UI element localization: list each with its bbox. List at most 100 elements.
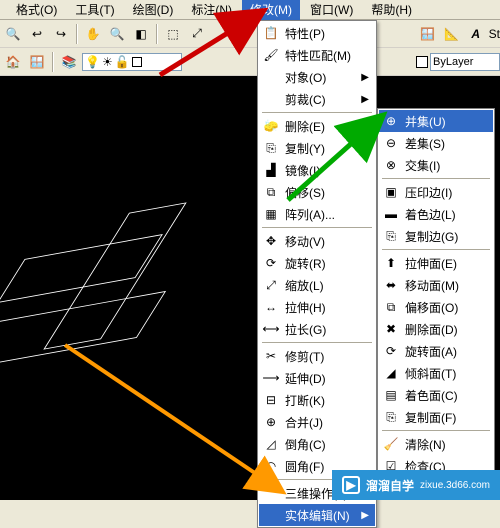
colorface-icon: ▤ xyxy=(383,387,399,403)
layer-icon[interactable]: 📚 xyxy=(58,51,80,73)
menu-item-label: 着色面(C) xyxy=(405,387,458,404)
menu-item-label: 清除(N) xyxy=(405,436,446,453)
color-swatch[interactable] xyxy=(416,56,428,68)
tb-btn[interactable]: ↪ xyxy=(50,23,72,45)
menu-item-label: 旋转(R) xyxy=(285,255,326,272)
menu-item[interactable]: 剪裁(C)▶ xyxy=(259,88,375,110)
menu-item-label: 删除面(D) xyxy=(405,321,458,338)
menu-item[interactable]: 对象(O)▶ xyxy=(259,66,375,88)
menu-item-label: 打断(K) xyxy=(285,392,325,409)
bylayer-select[interactable]: ByLayer xyxy=(430,53,500,71)
menu-item[interactable]: ✥移动(V) xyxy=(259,230,375,252)
menu-item-label: 拉伸面(E) xyxy=(405,255,457,272)
menu-item-label: 延伸(D) xyxy=(285,370,326,387)
menu-item[interactable]: ↔ 拉伸(H) xyxy=(259,296,375,318)
menu-item[interactable]: ⟶延伸(D) xyxy=(259,367,375,389)
menu-item[interactable]: ⊕合并(J) xyxy=(259,411,375,433)
tb-pan[interactable]: ✋ xyxy=(82,23,104,45)
menu-item-label: 圆角(F) xyxy=(285,458,324,475)
menu-item[interactable]: ⊕并集(U) xyxy=(379,110,493,132)
menu-help[interactable]: 帮助(H) xyxy=(363,0,420,20)
break-icon: ⊟ xyxy=(263,392,279,408)
menu-item[interactable]: 🖌特性匹配(M) xyxy=(259,44,375,66)
menu-item[interactable]: 实体编辑(N)▶ xyxy=(259,504,375,526)
tb-btn[interactable]: 📐 xyxy=(441,23,463,45)
tb-zoom[interactable]: 🔍 xyxy=(106,23,128,45)
menu-item-label: 拉伸(H) xyxy=(285,299,326,316)
separator-icon xyxy=(156,24,158,44)
menu-item[interactable]: 📋特性(P) xyxy=(259,22,375,44)
home-icon[interactable]: 🏠 xyxy=(2,51,24,73)
menu-item-label: 着色边(L) xyxy=(405,206,456,223)
menu-item[interactable]: ⊗交集(I) xyxy=(379,154,493,176)
menu-item[interactable]: ⧉偏移面(O) xyxy=(379,296,493,318)
menu-item[interactable]: ◢倾斜面(T) xyxy=(379,362,493,384)
menu-item-label: 偏移(S) xyxy=(285,184,325,201)
tb-btn[interactable]: 🪟 xyxy=(417,23,439,45)
menu-separator xyxy=(382,249,490,250)
menu-item[interactable]: ▤ 着色面(C) xyxy=(379,384,493,406)
menu-item[interactable]: 🧹清除(N) xyxy=(379,433,493,455)
menu-item[interactable]: ⎘复制面(F) xyxy=(379,406,493,428)
menu-item[interactable]: ⟷拉长(G) xyxy=(259,318,375,340)
menu-dim[interactable]: 标注(N) xyxy=(183,0,240,20)
menu-item-label: 倒角(C) xyxy=(285,436,326,453)
menu-item[interactable]: ✖删除面(D) xyxy=(379,318,493,340)
menu-draw[interactable]: 绘图(D) xyxy=(125,0,182,20)
menu-separator xyxy=(382,178,490,179)
menu-item[interactable]: ⟳旋转(R) xyxy=(259,252,375,274)
blank-icon xyxy=(263,507,279,523)
menu-window[interactable]: 窗口(W) xyxy=(302,0,361,20)
blank-icon xyxy=(263,485,279,501)
tb-btn[interactable]: A xyxy=(465,23,487,45)
menu-tools[interactable]: 工具(T) xyxy=(67,0,122,20)
menu-item[interactable]: ⤢ 缩放(L) xyxy=(259,274,375,296)
menu-item-label: 删除(E) xyxy=(285,118,325,135)
erase-icon: 🧽 xyxy=(263,118,279,134)
separator-icon xyxy=(52,52,54,72)
menu-modify[interactable]: 修改(M) xyxy=(242,0,300,20)
array-icon: ▦ xyxy=(263,206,279,222)
tb-btn[interactable]: 🔍 xyxy=(2,23,24,45)
tb-btn[interactable]: ↩ xyxy=(26,23,48,45)
mirror-icon: ▟ xyxy=(263,162,279,178)
menu-item[interactable]: ✂修剪(T) xyxy=(259,345,375,367)
menu-format[interactable]: 格式(O) xyxy=(8,0,65,20)
menu-item[interactable]: 🧽 删除(E) xyxy=(259,115,375,137)
menu-item[interactable]: ⊖差集(S) xyxy=(379,132,493,154)
menu-item-label: 偏移面(O) xyxy=(405,299,458,316)
layer-select[interactable]: 💡 ☀ 🔓 xyxy=(82,53,182,71)
menu-item[interactable]: ⬌移动面(M) xyxy=(379,274,493,296)
blank-icon xyxy=(263,91,279,107)
tb-btn[interactable]: ⬚ xyxy=(162,23,184,45)
menu-item-label: 移动(V) xyxy=(285,233,325,250)
tb-btn[interactable]: ◧ xyxy=(130,23,152,45)
bulb-icon: 💡 xyxy=(85,55,100,69)
tb-btn[interactable]: ⤢ xyxy=(186,23,208,45)
chevron-right-icon: ▶ xyxy=(361,72,369,83)
color-swatch xyxy=(132,57,142,67)
menu-item-label: 缩放(L) xyxy=(285,277,324,294)
stretch-icon: ↔ xyxy=(263,299,279,315)
menu-item[interactable]: ⧉偏移(S) xyxy=(259,181,375,203)
menu-item[interactable]: ◿倒角(C) xyxy=(259,433,375,455)
menu-item[interactable]: ⬆拉伸面(E) xyxy=(379,252,493,274)
menu-item[interactable]: ⎘复制边(G) xyxy=(379,225,493,247)
menu-item-label: 倾斜面(T) xyxy=(405,365,456,382)
menu-item[interactable]: ⊟ 打断(K) xyxy=(259,389,375,411)
menu-item[interactable]: ▣压印边(I) xyxy=(379,181,493,203)
scale-icon: ⤢ xyxy=(263,277,279,293)
menu-item-label: 特性匹配(M) xyxy=(285,47,351,64)
menu-separator xyxy=(382,430,490,431)
tb-btn[interactable]: 🪟 xyxy=(26,51,48,73)
menu-item[interactable]: ▬着色边(L) xyxy=(379,203,493,225)
menu-item[interactable]: ▦阵列(A)... xyxy=(259,203,375,225)
menu-separator xyxy=(262,112,372,113)
separator-icon xyxy=(76,24,78,44)
menu-item[interactable]: ⟳旋转面(A) xyxy=(379,340,493,362)
menu-item[interactable]: ▟镜像(I) xyxy=(259,159,375,181)
watermark: ▶ 溜溜自学 zixue.3d66.com xyxy=(332,470,500,500)
menu-item-label: 复制边(G) xyxy=(405,228,458,245)
toolbar-row-2: 🏠 🪟 📚 💡 ☀ 🔓 ByLayer xyxy=(0,48,500,76)
menu-item[interactable]: ⎘复制(Y) xyxy=(259,137,375,159)
